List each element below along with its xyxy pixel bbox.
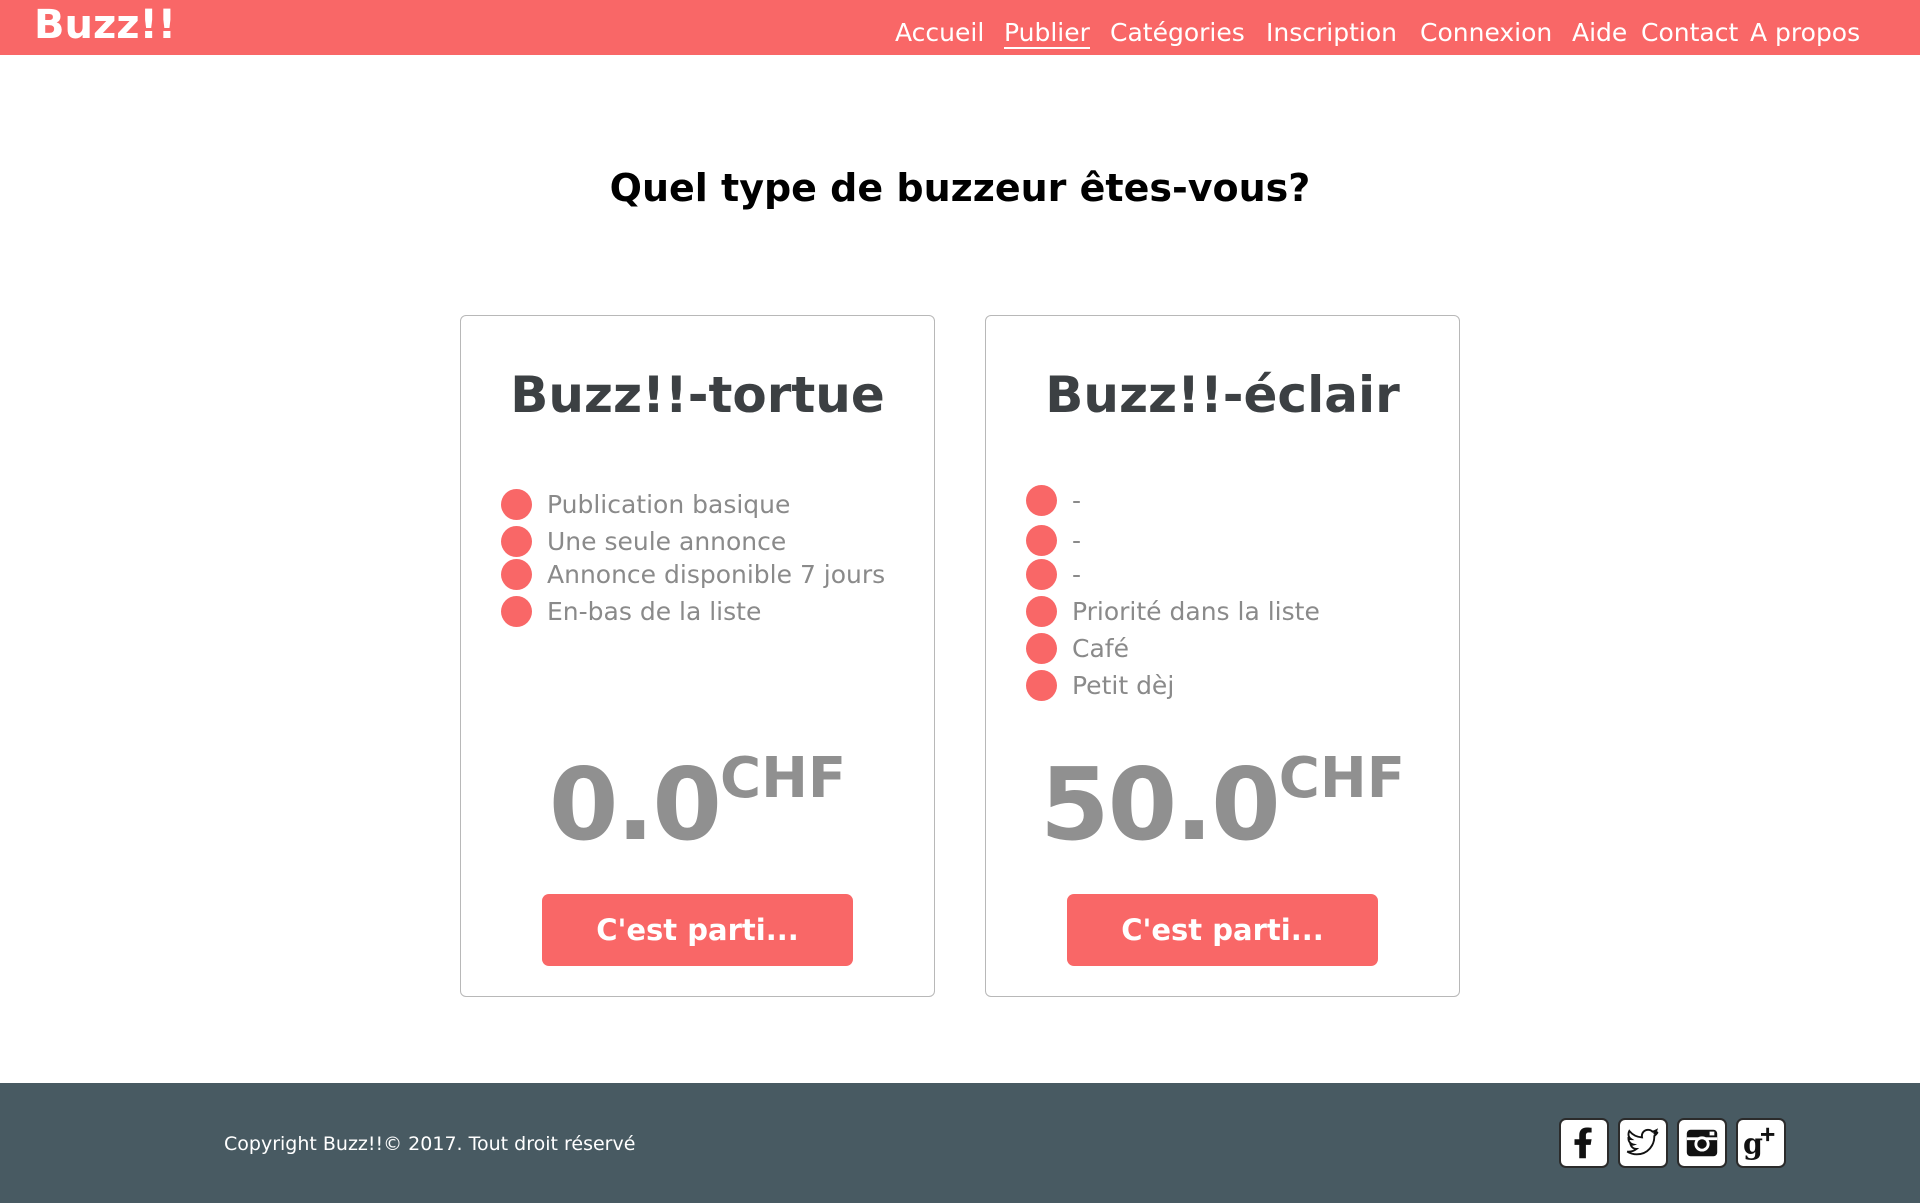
- bullet-dot-icon: [1026, 669, 1057, 701]
- feature-item: -: [1026, 484, 1081, 516]
- twitter-icon[interactable]: [1618, 1118, 1668, 1168]
- nav-contact[interactable]: Contact: [1641, 18, 1738, 47]
- feature-item: Publication basique: [501, 488, 790, 520]
- feature-item: Annonce disponible 7 jours: [501, 558, 885, 590]
- plan-price: 0.0CHF: [461, 746, 934, 863]
- price-currency: CHF: [719, 746, 847, 811]
- bullet-dot-icon: [501, 558, 532, 590]
- feature-text: Annonce disponible 7 jours: [547, 559, 886, 589]
- plan-card-tortue: Buzz!!-tortue Publication basique Une se…: [460, 315, 935, 997]
- facebook-icon[interactable]: [1559, 1118, 1609, 1168]
- nav-accueil[interactable]: Accueil: [895, 18, 984, 47]
- feature-item: Une seule annonce: [501, 525, 786, 557]
- instagram-icon[interactable]: [1677, 1118, 1727, 1168]
- price-currency: CHF: [1278, 746, 1405, 811]
- feature-text: -: [1072, 525, 1082, 555]
- brand-logo[interactable]: Buzz!!: [34, 2, 176, 48]
- feature-item: Café: [1026, 632, 1129, 664]
- nav-connexion[interactable]: Connexion: [1420, 18, 1552, 47]
- plan-price: 50.0CHF: [986, 746, 1459, 863]
- price-amount: 0.0: [548, 746, 722, 863]
- nav-inscription[interactable]: Inscription: [1266, 18, 1397, 47]
- google-plus-icon[interactable]: g: [1736, 1118, 1786, 1168]
- navbar: Buzz!! Accueil Publier Catégories Inscri…: [0, 0, 1920, 55]
- bullet-dot-icon: [1026, 524, 1057, 556]
- copyright-text: Copyright Buzz!!© 2017. Tout droit réser…: [224, 1133, 636, 1155]
- feature-text: Publication basique: [547, 489, 791, 519]
- feature-item: En-bas de la liste: [501, 595, 761, 627]
- nav-aide[interactable]: Aide: [1572, 18, 1627, 47]
- start-button[interactable]: C'est parti...: [542, 894, 853, 966]
- google-plus-glyph: g: [1743, 1126, 1775, 1160]
- nav-a-propos[interactable]: A propos: [1750, 18, 1860, 47]
- feature-text: -: [1072, 485, 1082, 515]
- bullet-dot-icon: [1026, 484, 1057, 516]
- nav-publier[interactable]: Publier: [1004, 18, 1090, 49]
- plan-card-eclair: Buzz!!-éclair - - - Priorité dans la lis…: [985, 315, 1460, 997]
- feature-text: En-bas de la liste: [547, 596, 762, 626]
- start-button[interactable]: C'est parti...: [1067, 894, 1378, 966]
- bullet-dot-icon: [1026, 595, 1057, 627]
- page-title: Quel type de buzzeur êtes-vous?: [609, 166, 1311, 210]
- facebook-glyph: [1574, 1127, 1592, 1159]
- feature-text: Une seule annonce: [547, 526, 787, 556]
- price-amount: 50.0: [1040, 746, 1281, 863]
- bullet-dot-icon: [1026, 632, 1057, 664]
- feature-item: Priorité dans la liste: [1026, 595, 1320, 627]
- feature-item: Petit dèj: [1026, 669, 1174, 701]
- bullet-dot-icon: [501, 595, 532, 627]
- svg-text:g: g: [1743, 1126, 1763, 1160]
- footer: Copyright Buzz!!© 2017. Tout droit réser…: [0, 1083, 1920, 1203]
- feature-text: Priorité dans la liste: [1072, 596, 1320, 626]
- bullet-dot-icon: [501, 525, 532, 557]
- plan-title: Buzz!!-éclair: [1045, 366, 1400, 424]
- feature-text: -: [1072, 559, 1082, 589]
- bullet-dot-icon: [1026, 558, 1057, 590]
- bullet-dot-icon: [501, 488, 532, 520]
- feature-item: -: [1026, 524, 1081, 556]
- feature-item: -: [1026, 558, 1081, 590]
- feature-text: Café: [1072, 633, 1129, 663]
- feature-text: Petit dèj: [1072, 670, 1175, 700]
- plan-title: Buzz!!-tortue: [510, 366, 885, 424]
- twitter-glyph: [1626, 1128, 1659, 1156]
- instagram-glyph: [1686, 1129, 1718, 1157]
- nav-categories[interactable]: Catégories: [1110, 18, 1245, 47]
